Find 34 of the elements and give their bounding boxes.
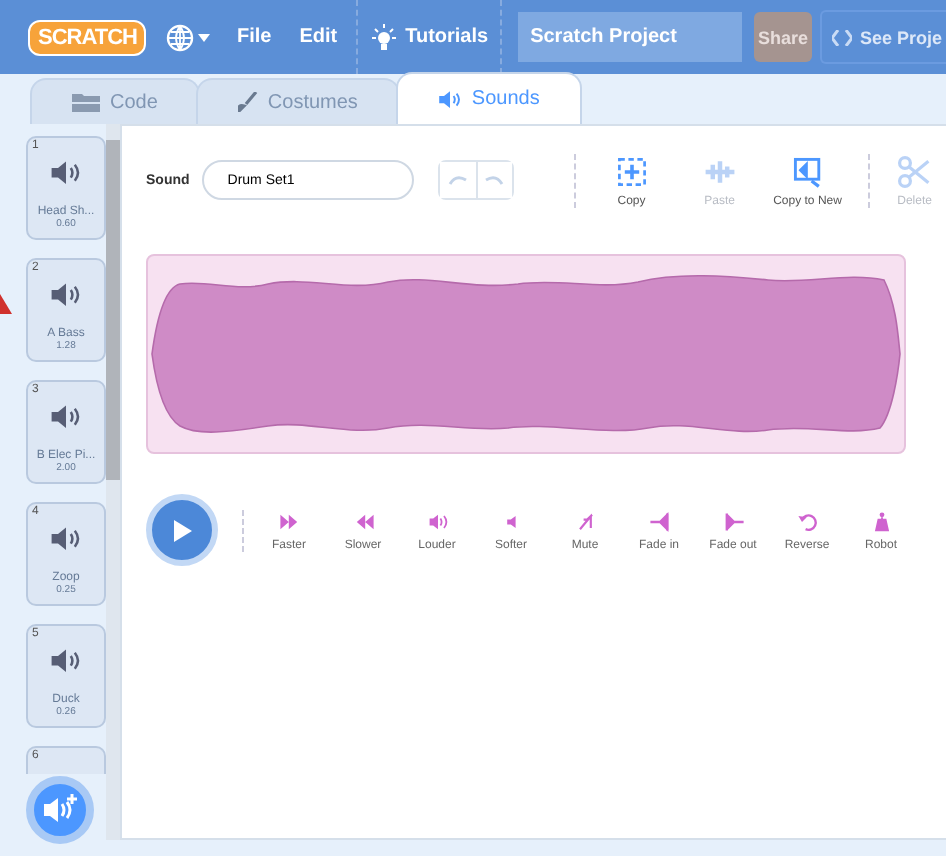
- speaker-icon: [50, 282, 82, 308]
- speaker-icon: [425, 509, 449, 533]
- brush-icon: [237, 92, 258, 112]
- play-icon: [172, 519, 192, 541]
- redo-button[interactable]: [475, 162, 512, 198]
- brackets-icon: [831, 29, 852, 45]
- globe-icon: [166, 23, 195, 51]
- menu-item[interactable]: Edit: [289, 26, 348, 48]
- scrollbar[interactable]: [106, 124, 120, 840]
- undo-arrow-icon: [795, 509, 819, 533]
- screen-icon: [789, 153, 826, 189]
- menu-item[interactable]: File: [226, 26, 282, 48]
- speaker-plus-icon: [42, 794, 78, 826]
- arrowhead-icon: [0, 294, 12, 314]
- fade-out-icon: [721, 509, 745, 533]
- copy-icon: [613, 153, 650, 189]
- speaker-icon: [50, 404, 82, 430]
- add-sound-button[interactable]: [26, 776, 94, 844]
- play-button[interactable]: [146, 494, 218, 566]
- speaker-icon: [437, 89, 462, 109]
- caret-icon: [198, 33, 211, 41]
- muted-icon: [573, 509, 597, 533]
- fade-in-icon: [647, 509, 671, 533]
- speaker-icon: [50, 160, 82, 186]
- language-menu[interactable]: [166, 23, 211, 51]
- fast-forward-icon: [277, 509, 301, 533]
- scissors-icon: [896, 153, 933, 189]
- redo-icon: [484, 174, 505, 186]
- rewind-icon: [351, 509, 375, 533]
- undo-icon: [447, 174, 468, 186]
- speaker-icon: [50, 526, 82, 552]
- tutorials-menu[interactable]: Tutorials: [405, 26, 489, 48]
- speaker-icon: [50, 648, 82, 674]
- lightbulb-icon: [369, 23, 398, 51]
